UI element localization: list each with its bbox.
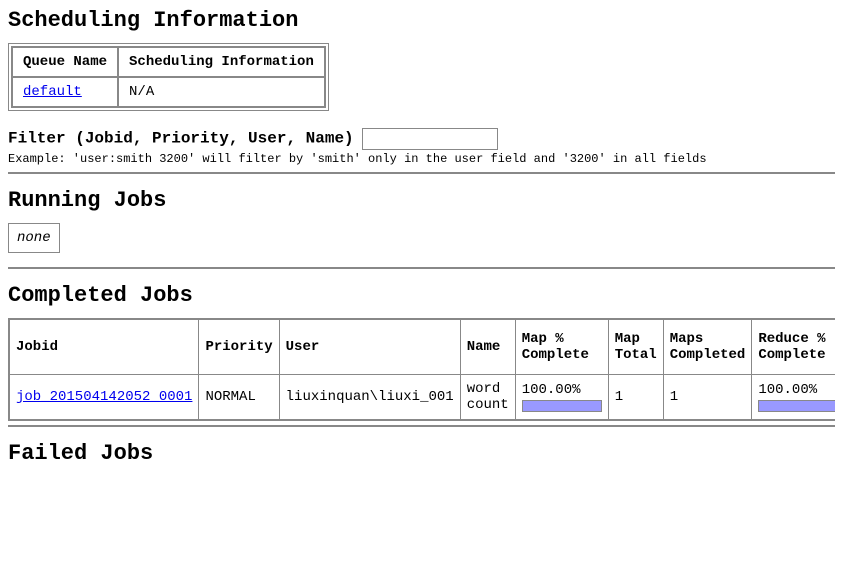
col-map-total: Map Total	[608, 319, 663, 375]
completed-header-row: Jobid Priority User Name Map % Complete …	[9, 319, 835, 375]
filter-example: Example: 'user:smith 3200' will filter b…	[8, 152, 835, 166]
col-jobid: Jobid	[9, 319, 199, 375]
job-priority: NORMAL	[199, 375, 279, 421]
job-map-total: 1	[608, 375, 663, 421]
job-map-pct-text: 100.00%	[522, 382, 581, 398]
col-maps-completed: Maps Completed	[663, 319, 752, 375]
col-map-pct: Map % Complete	[515, 319, 608, 375]
col-priority: Priority	[199, 319, 279, 375]
queue-link-default[interactable]: default	[23, 84, 82, 100]
reduce-progress-bar	[758, 400, 835, 412]
sched-info-value: N/A	[118, 77, 325, 107]
col-user: User	[279, 319, 460, 375]
job-map-pct-cell: 100.00%	[515, 375, 608, 421]
failed-heading: Failed Jobs	[8, 441, 835, 466]
sched-header-info: Scheduling Information	[118, 47, 325, 77]
divider	[8, 172, 835, 174]
divider	[8, 267, 835, 269]
completed-jobs-table: Jobid Priority User Name Map % Complete …	[8, 318, 835, 421]
job-name: word count	[460, 375, 515, 421]
scheduling-heading: Scheduling Information	[8, 8, 835, 33]
running-heading: Running Jobs	[8, 188, 835, 213]
divider	[8, 425, 835, 427]
col-reduce-pct: Reduce % Complete	[752, 319, 835, 375]
sched-header-queue: Queue Name	[12, 47, 118, 77]
filter-label: Filter (Jobid, Priority, User, Name)	[8, 130, 354, 148]
scheduling-table-wrapper: Queue Name Scheduling Information defaul…	[8, 43, 329, 111]
job-user: liuxinquan\liuxi_001	[279, 375, 460, 421]
filter-input[interactable]	[362, 128, 498, 150]
completed-heading: Completed Jobs	[8, 283, 835, 308]
job-maps-completed: 1	[663, 375, 752, 421]
running-none: none	[8, 223, 60, 253]
col-name: Name	[460, 319, 515, 375]
job-reduce-pct-text: 100.00%	[758, 382, 817, 398]
table-row: job_201504142052_0001 NORMAL liuxinquan\…	[9, 375, 835, 421]
scheduling-table: Queue Name Scheduling Information defaul…	[11, 46, 326, 108]
filter-row: Filter (Jobid, Priority, User, Name)	[8, 128, 835, 150]
job-link[interactable]: job_201504142052_0001	[16, 389, 192, 405]
job-reduce-pct-cell: 100.00%	[752, 375, 835, 421]
sched-row: default N/A	[12, 77, 325, 107]
map-progress-bar	[522, 400, 602, 412]
